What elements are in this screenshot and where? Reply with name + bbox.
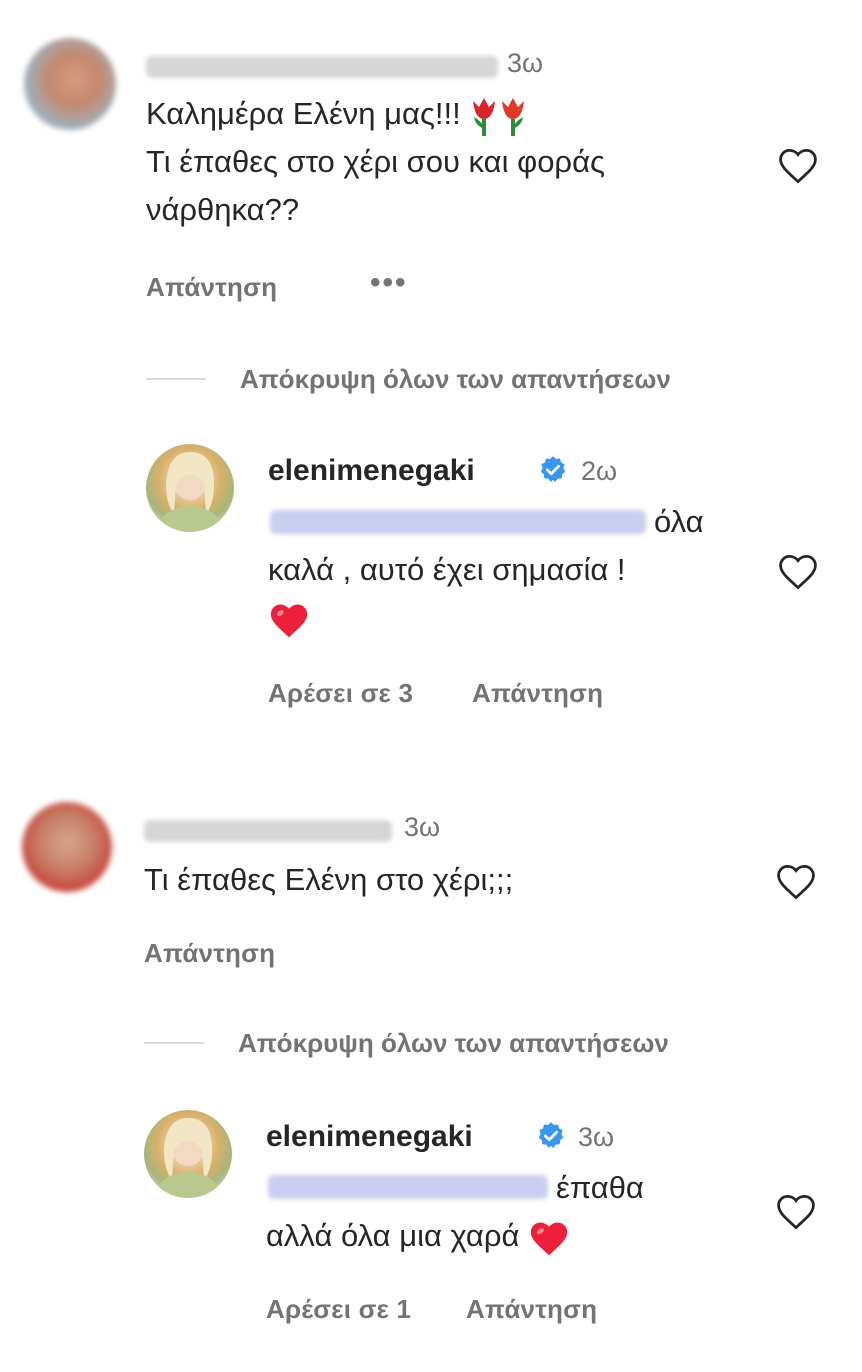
reply-line: έπαθα <box>556 1170 644 1205</box>
reply-button[interactable]: Απάντηση <box>144 938 275 969</box>
replies-divider <box>144 1042 204 1044</box>
commenter-username-blurred[interactable] <box>146 56 498 78</box>
tulip-emoji-icon <box>473 97 525 136</box>
hide-replies-button[interactable]: Απόκρυψη όλων των απαντήσεων <box>238 1028 669 1059</box>
comment-timestamp: 3ω <box>507 48 544 78</box>
more-options-icon[interactable]: ••• <box>370 266 408 300</box>
reply-username[interactable]: elenimenegaki <box>268 454 475 488</box>
replies-divider <box>146 378 206 380</box>
reply-button[interactable]: Απάντηση <box>466 1294 597 1325</box>
comment-text: Τι έπαθες Ελένη στο χέρι;;; <box>144 862 514 897</box>
comment-line: Καλημέρα Ελένη μας!!! <box>146 96 461 131</box>
comment-timestamp: 3ω <box>404 812 441 842</box>
commenter-avatar[interactable] <box>22 802 112 892</box>
reply-text: έπαθα αλλά όλα μια χαρά <box>266 1164 746 1260</box>
comment-line: Τι έπαθες στο χέρι σου και φοράς <box>146 144 605 179</box>
verified-badge-icon <box>540 456 566 482</box>
like-heart-icon[interactable] <box>776 144 820 188</box>
comment-line: νάρθηκα?? <box>146 192 300 227</box>
reply-line: αλλά όλα μια χαρά <box>266 1218 520 1253</box>
reply-avatar[interactable] <box>144 1110 232 1198</box>
like-heart-icon[interactable] <box>774 860 818 904</box>
likes-count[interactable]: Αρέσει σε 1 <box>266 1294 411 1325</box>
reply-text: όλα καλά , αυτό έχει σημασία ! <box>268 498 748 642</box>
reply-button[interactable]: Απάντηση <box>146 272 277 303</box>
reply-avatar[interactable] <box>146 444 234 532</box>
reply-button[interactable]: Απάντηση <box>472 678 603 709</box>
reply-line: όλα <box>654 504 704 539</box>
likes-count[interactable]: Αρέσει σε 3 <box>268 678 413 709</box>
like-heart-icon[interactable] <box>776 550 820 594</box>
verified-badge-icon <box>538 1122 564 1148</box>
reply-timestamp: 2ω <box>581 456 618 486</box>
hide-replies-button[interactable]: Απόκρυψη όλων των απαντήσεων <box>240 364 671 395</box>
red-heart-emoji-icon <box>270 604 308 638</box>
commenter-avatar[interactable] <box>24 38 116 130</box>
commenter-username-blurred[interactable] <box>144 820 392 842</box>
reply-line: καλά , αυτό έχει σημασία ! <box>268 552 626 587</box>
reply-timestamp: 3ω <box>578 1122 615 1152</box>
avatar-photo <box>156 452 224 532</box>
red-heart-emoji-icon <box>530 1222 568 1256</box>
comment-text: Καλημέρα Ελένη μας!!! Τι έπαθες στο χέρι… <box>146 90 766 234</box>
avatar-photo <box>154 1118 222 1198</box>
reply-username[interactable]: elenimenegaki <box>266 1120 473 1154</box>
like-heart-icon[interactable] <box>774 1190 818 1234</box>
